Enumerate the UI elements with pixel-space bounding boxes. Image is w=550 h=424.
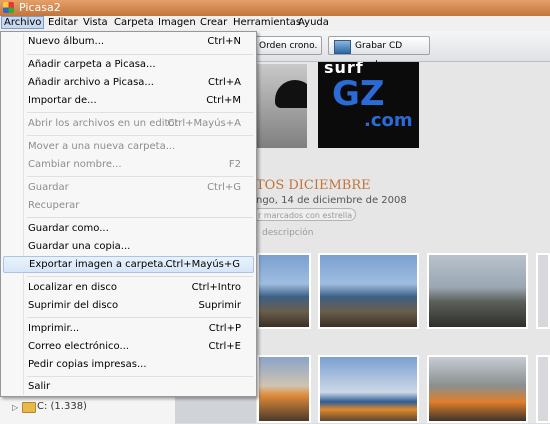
album-title: TOS DICIEMBRE — [256, 178, 371, 193]
menu-archivo[interactable]: Archivo — [1, 16, 45, 29]
menu-separator — [27, 217, 253, 218]
menu-item-shortcut: Ctrl+P — [208, 323, 241, 334]
menu-item-label: Nuevo álbum... — [28, 36, 105, 47]
cd-icon — [334, 40, 351, 54]
menu-item-mover-carpeta[interactable]: Mover a una nueva carpeta... — [3, 139, 254, 156]
menu-item-cambiar-nombre[interactable]: Cambiar nombre... F2 — [3, 157, 254, 174]
menu-separator — [27, 135, 253, 136]
favorites-filter-placeholder: r marcados con estrella — [258, 211, 353, 220]
album-description[interactable]: descripción — [262, 228, 313, 238]
folder-tree-drive-c[interactable]: C: (1.338) — [37, 401, 87, 412]
menu-item-label: Suprimir del disco — [28, 300, 119, 311]
picasa-app-icon — [3, 2, 14, 13]
menu-item-suprimir-disco[interactable]: Suprimir del disco Suprimir — [3, 298, 254, 315]
thumbnail-cap-photo[interactable] — [257, 64, 307, 148]
photo-thumbnail[interactable] — [536, 253, 550, 329]
menu-item-label: Añadir carpeta a Picasa... — [28, 59, 156, 70]
menu-item-importar[interactable]: Importar de... Ctrl+M — [3, 93, 254, 110]
cap-shape — [275, 80, 307, 108]
menu-item-label: Guardar una copia... — [28, 241, 131, 252]
menu-herramientas[interactable]: Herramientas — [233, 17, 301, 28]
menu-crear[interactable]: Crear — [200, 17, 227, 28]
burn-gift-cd-button[interactable]: Grabar CD regalo — [328, 36, 430, 70]
menu-item-exportar-imagen[interactable]: Exportar imagen a carpeta... Ctrl+Mayús+… — [3, 256, 254, 273]
menu-item-shortcut: Ctrl+N — [207, 36, 241, 47]
menu-item-label: Localizar en disco — [28, 282, 117, 293]
window-title-bar: Picasa2 — [0, 0, 550, 16]
expand-arrow-icon[interactable]: ▷ — [12, 403, 18, 412]
sort-chronological-button[interactable]: Orden crono. — [256, 36, 322, 55]
menu-item-anadir-archivo[interactable]: Añadir archivo a Picasa... Ctrl+A — [3, 75, 254, 92]
menu-item-label: Exportar imagen a carpeta... — [29, 259, 173, 270]
menu-editar[interactable]: Editar — [48, 17, 78, 28]
menu-item-label: Correo electrónico... — [28, 341, 129, 352]
menu-item-shortcut: F2 — [228, 159, 241, 170]
archivo-dropdown-menu: Nuevo álbum... Ctrl+N Añadir carpeta a P… — [0, 31, 257, 397]
gz-logo-text: GZ — [332, 74, 385, 114]
menu-separator — [27, 54, 253, 55]
thumbnail-surfgz-logo[interactable]: surf GZ .com — [318, 62, 419, 148]
menu-item-label: Recuperar — [28, 200, 80, 211]
menu-item-shortcut: Ctrl+Mayús+A — [167, 118, 241, 129]
photo-thumbnail[interactable] — [427, 253, 528, 329]
menu-imagen[interactable]: Imagen — [158, 17, 196, 28]
menu-item-label: Añadir archivo a Picasa... — [28, 77, 154, 88]
photo-thumbnail[interactable] — [427, 355, 528, 423]
menu-item-label: Guardar como... — [28, 223, 109, 234]
menu-item-shortcut: Ctrl+E — [208, 341, 242, 352]
menu-item-label: Imprimir... — [28, 323, 80, 334]
menu-item-label: Abrir los archivos en un editor — [28, 118, 179, 129]
menu-item-label: Cambiar nombre... — [28, 159, 122, 170]
menu-item-label: Guardar — [28, 182, 69, 193]
menu-bar: Archivo Editar Vista Carpeta Imagen Crea… — [0, 16, 550, 32]
menu-separator — [27, 176, 253, 177]
menu-ayuda[interactable]: Ayuda — [298, 17, 329, 28]
folder-icon — [22, 402, 36, 413]
menu-item-label: Importar de... — [28, 95, 97, 106]
photo-thumbnail[interactable] — [257, 253, 311, 329]
folder-tree-pane: ▷ C: (1.338) — [0, 393, 175, 424]
menu-item-label: Salir — [28, 381, 51, 392]
photo-thumbnail[interactable] — [257, 355, 311, 423]
menu-separator — [27, 376, 253, 377]
menu-item-shortcut: Ctrl+Mayús+G — [165, 259, 240, 270]
menu-item-shortcut: Suprimir — [198, 300, 241, 311]
photo-thumbnail[interactable] — [318, 355, 419, 423]
library-toolbar: Orden crono. Grabar CD regalo — [256, 31, 550, 70]
menu-item-shortcut: Ctrl+Intro — [191, 282, 241, 293]
menu-item-salir[interactable]: Salir — [3, 379, 254, 396]
menu-item-abrir-editor[interactable]: Abrir los archivos en un editor Ctrl+May… — [3, 116, 254, 133]
sort-chronological-label: Orden crono. — [259, 41, 318, 51]
album-date: ngo, 14 de diciembre de 2008 — [256, 195, 407, 206]
menu-item-imprimir[interactable]: Imprimir... Ctrl+P — [3, 321, 254, 338]
menu-item-guardar-como[interactable]: Guardar como... — [3, 221, 254, 238]
menu-item-localizar-disco[interactable]: Localizar en disco Ctrl+Intro — [3, 280, 254, 297]
menu-item-guardar[interactable]: Guardar Ctrl+G — [3, 180, 254, 197]
menu-item-correo[interactable]: Correo electrónico... Ctrl+E — [3, 339, 254, 356]
dotcom-logo-text: .com — [364, 110, 413, 131]
menu-item-guardar-copia[interactable]: Guardar una copia... — [3, 239, 254, 256]
menu-item-label: Pedir copias impresas... — [28, 359, 147, 370]
photo-thumbnail[interactable] — [318, 253, 419, 329]
pane-divider — [175, 393, 256, 423]
window-title: Picasa2 — [19, 1, 61, 14]
menu-separator — [27, 112, 253, 113]
menu-separator — [27, 317, 253, 318]
menu-carpeta[interactable]: Carpeta — [114, 17, 154, 28]
favorites-filter[interactable]: r marcados con estrella — [252, 208, 356, 221]
menu-item-pedir-copias[interactable]: Pedir copias impresas... — [3, 357, 254, 374]
menu-item-shortcut: Ctrl+G — [207, 182, 241, 193]
menu-item-anadir-carpeta[interactable]: Añadir carpeta a Picasa... — [3, 57, 254, 74]
menu-item-shortcut: Ctrl+A — [207, 77, 241, 88]
menu-item-nuevo-album[interactable]: Nuevo álbum... Ctrl+N — [3, 34, 254, 51]
menu-item-recuperar[interactable]: Recuperar — [3, 198, 254, 215]
menu-item-label: Mover a una nueva carpeta... — [28, 141, 176, 152]
menu-vista[interactable]: Vista — [83, 17, 108, 28]
menu-item-shortcut: Ctrl+M — [206, 95, 241, 106]
menu-separator — [27, 276, 253, 277]
photo-thumbnail[interactable] — [536, 355, 550, 423]
